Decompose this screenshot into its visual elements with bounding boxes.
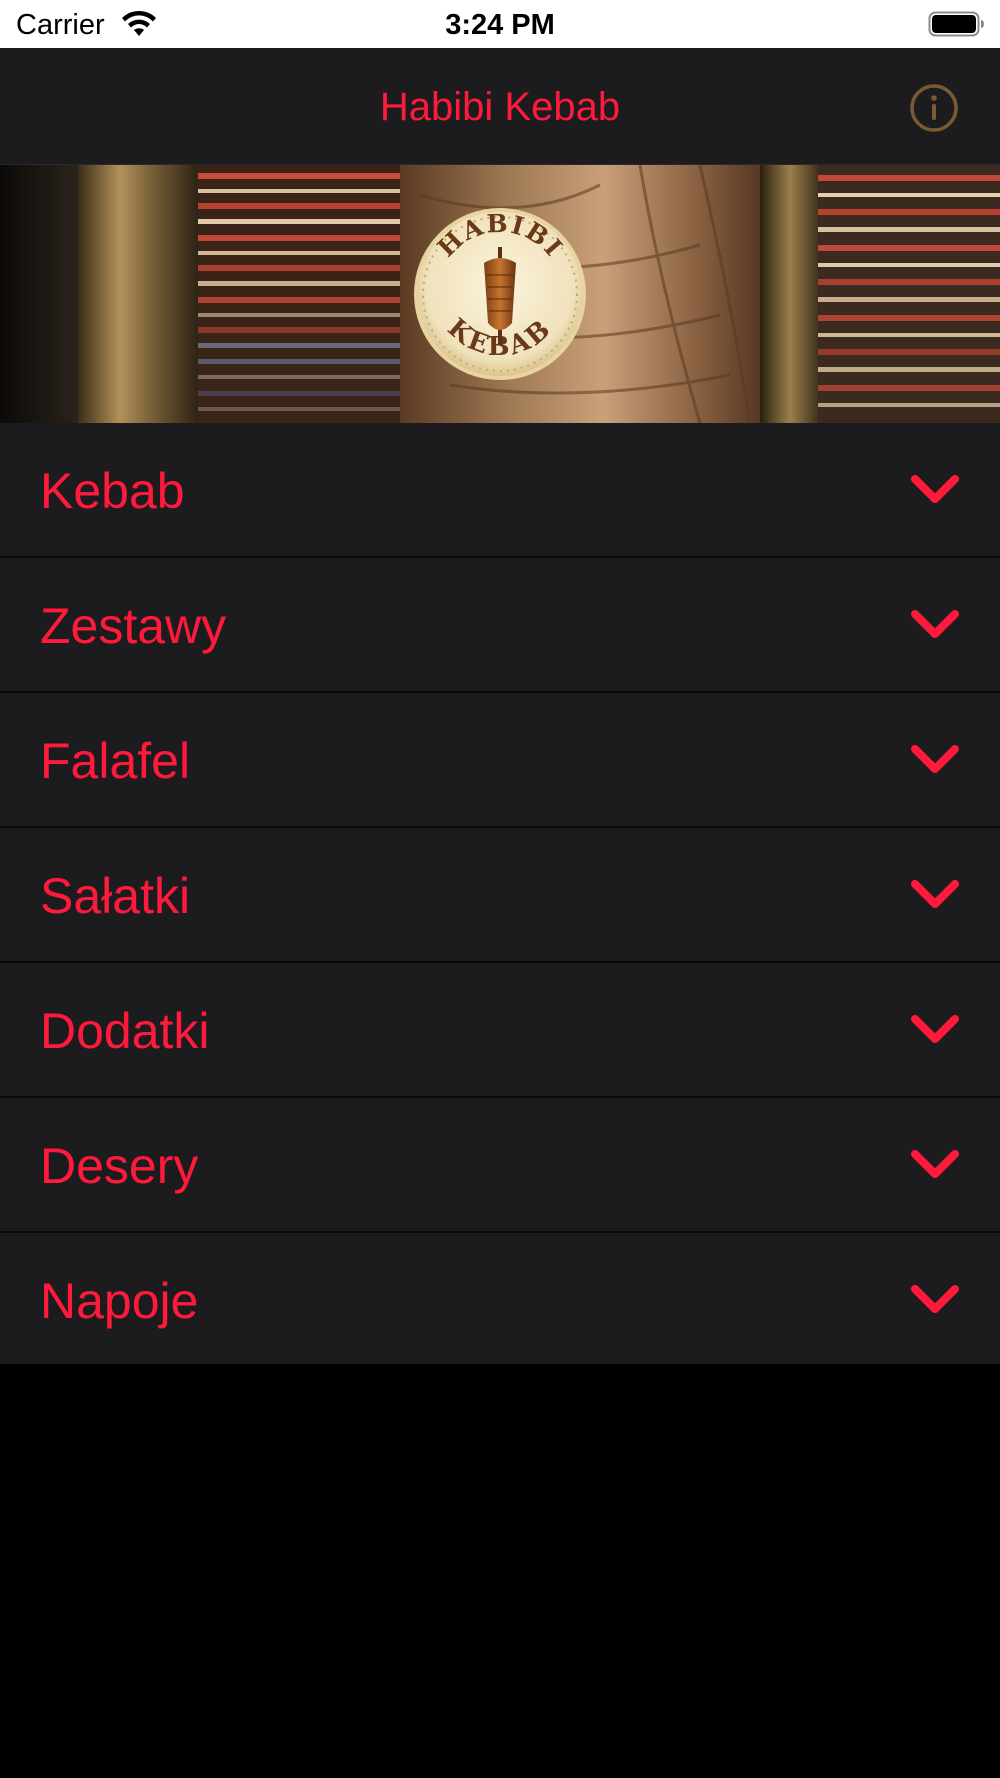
- chevron-down-icon[interactable]: [910, 1283, 960, 1317]
- kebab-banner-image: HABIBI KEBAB: [0, 165, 1000, 423]
- status-bar: Carrier 3:24 PM: [0, 0, 1000, 48]
- menu-row-label: Desery: [40, 1138, 199, 1194]
- header-banner: HABIBI KEBAB: [0, 165, 1000, 423]
- chevron-down-icon[interactable]: [910, 878, 960, 912]
- menu-row-label: Sałatki: [40, 868, 191, 924]
- battery-full-icon: [928, 11, 984, 37]
- empty-background: [0, 1364, 1000, 1778]
- status-time: 3:24 PM: [445, 9, 555, 41]
- menu-row-falafel[interactable]: Falafel: [0, 693, 1000, 828]
- menu-row-label: Kebab: [40, 463, 185, 519]
- menu-row-salatki[interactable]: Sałatki: [0, 828, 1000, 963]
- menu-row-label: Napoje: [40, 1273, 199, 1329]
- info-circle-icon: [910, 84, 958, 132]
- menu-category-list: Kebab Zestawy Falafel Sałatki Dodatki De…: [0, 423, 1000, 1368]
- menu-row-label: Falafel: [40, 733, 191, 789]
- chevron-down-icon[interactable]: [910, 608, 960, 642]
- navigation-bar: Habibi Kebab: [0, 48, 1000, 165]
- chevron-down-icon[interactable]: [910, 1148, 960, 1182]
- info-button[interactable]: [908, 82, 960, 134]
- chevron-down-icon[interactable]: [910, 473, 960, 507]
- menu-row-label: Dodatki: [40, 1003, 210, 1059]
- menu-row-kebab[interactable]: Kebab: [0, 423, 1000, 558]
- habibi-kebab-logo: HABIBI KEBAB: [414, 208, 586, 380]
- menu-row-desery[interactable]: Desery: [0, 1098, 1000, 1233]
- chevron-down-icon[interactable]: [910, 1013, 960, 1047]
- nav-title: Habibi Kebab: [379, 85, 621, 129]
- menu-row-zestawy[interactable]: Zestawy: [0, 558, 1000, 693]
- menu-row-napoje[interactable]: Napoje: [0, 1233, 1000, 1368]
- menu-row-label: Zestawy: [40, 598, 227, 654]
- menu-row-dodatki[interactable]: Dodatki: [0, 963, 1000, 1098]
- chevron-down-icon[interactable]: [910, 743, 960, 777]
